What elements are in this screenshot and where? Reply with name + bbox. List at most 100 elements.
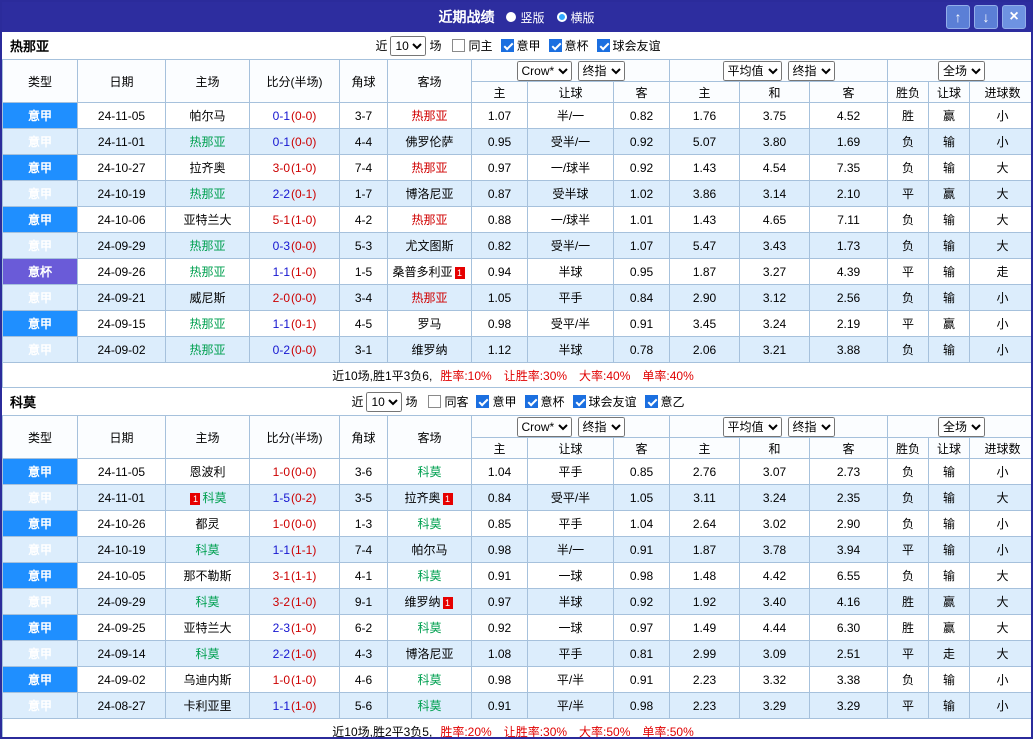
odds-home: 1.08 — [471, 640, 528, 667]
avg-home-odds: 1.49 — [669, 614, 741, 641]
odds-home: 0.87 — [471, 180, 528, 207]
column-header: 类型 — [2, 59, 78, 103]
average-period-select[interactable]: 终指 — [787, 416, 835, 437]
corner-kicks: 1-7 — [339, 180, 388, 207]
avg-home-odds: 1.87 — [669, 536, 741, 563]
scroll-down-button[interactable]: ↓ — [974, 5, 998, 29]
filter-checkbox-option[interactable]: 意杯 — [548, 37, 589, 54]
odds-period-select[interactable]: 终指 — [577, 60, 625, 81]
odds-handicap: 受半球 — [527, 180, 614, 207]
filter-checkbox-option[interactable]: 意杯 — [524, 393, 565, 410]
view-option-vertical[interactable]: 竖版 — [506, 9, 545, 26]
home-team-name: 热那亚 — [189, 135, 226, 149]
score-cell: 2-3(1-0) — [249, 614, 340, 641]
column-header: 主场 — [165, 59, 250, 103]
halftime-score: (0-1) — [291, 316, 317, 331]
halftime-score: (0-0) — [291, 464, 317, 479]
recent-count-select[interactable]: 10 — [390, 35, 427, 56]
avg-draw-odds: 3.12 — [739, 284, 811, 311]
average-period-select[interactable]: 终指 — [787, 60, 835, 81]
odds-handicap: 半/一 — [527, 536, 614, 563]
match-row: 意甲 24-09-02 热那亚 0-2(0-0) 3-1 维罗纳 1.12 半球 0.78 2.0… — [2, 336, 1031, 363]
away-team-name: 维罗纳 — [404, 595, 441, 609]
corner-kicks: 4-2 — [339, 206, 388, 233]
odds-handicap: 一/球半 — [527, 154, 614, 181]
match-date: 24-10-19 — [77, 536, 166, 563]
sub-column-header: 和 — [739, 81, 811, 103]
avg-away-odds: 4.39 — [809, 258, 889, 285]
odds-away: 1.01 — [612, 206, 671, 233]
home-team-cell: 都灵 — [165, 510, 250, 537]
scope-select[interactable]: 全场 — [938, 60, 986, 81]
score-cell: 1-5(0-2) — [249, 484, 340, 511]
odds-away: 1.05 — [612, 484, 671, 511]
odds-source-select[interactable]: Crow* — [516, 60, 572, 81]
recent-count-select[interactable]: 10 — [366, 391, 403, 412]
filter-checkbox-option[interactable]: 同客 — [428, 393, 468, 410]
odds-home: 1.05 — [471, 284, 528, 311]
competition-type: 意甲 — [2, 180, 78, 207]
titlebar: 近期战绩 竖版 横版 ↑ ↓ × — [2, 2, 1031, 32]
odds-away: 0.92 — [612, 128, 671, 155]
team-name: 科莫 — [10, 395, 37, 410]
away-team-name: 科莫 — [417, 569, 442, 583]
odds-away: 0.92 — [612, 154, 671, 181]
match-row: 意甲 24-11-05 帕尔马 0-1(0-0) 3-7 热那亚 1.07 半/一 0.82 1.… — [2, 102, 1031, 129]
filter-checkbox-option[interactable]: 意甲 — [476, 393, 517, 410]
odds-handicap: 一球 — [527, 614, 614, 641]
filter-checkbox-option[interactable]: 意乙 — [644, 393, 685, 410]
filter-label-recent: 近 — [351, 395, 364, 409]
filter-checkbox-option[interactable]: 球会友谊 — [596, 37, 661, 54]
average-source-select[interactable]: 平均值 — [722, 416, 782, 437]
odds-home: 0.94 — [471, 258, 528, 285]
scroll-up-button[interactable]: ↑ — [946, 5, 970, 29]
average-source-select[interactable]: 平均值 — [722, 60, 782, 81]
results-table: 类型 日期 主场 比分(半场) 角球 客场 Crow* 终指 平均值 终指 全场主让球客主和客胜负让… — [2, 415, 1031, 737]
radio-label-horizontal: 横版 — [570, 10, 595, 25]
competition-type: 意甲 — [2, 284, 78, 311]
sub-column-header: 和 — [739, 437, 811, 459]
corner-kicks: 6-2 — [339, 614, 388, 641]
summary-row: 近10场,胜1平3负6, 胜率:10% 让胜率:30% 大率:40% 单率:40% — [2, 362, 1031, 388]
result-outcome: 胜 — [887, 102, 930, 129]
team-section: 科莫近 10 场同客 意甲 意杯 球会友谊 意乙 类型 日期 主场 比分(半场) 角球 客场 Crow* 终… — [2, 388, 1031, 737]
match-date: 24-09-29 — [77, 232, 166, 259]
column-header: 客场 — [387, 415, 472, 459]
close-button[interactable]: × — [1002, 5, 1026, 29]
odds-handicap: 半/一 — [527, 102, 614, 129]
filter-checkbox-option[interactable]: 球会友谊 — [572, 393, 637, 410]
result-handicap: 输 — [928, 206, 971, 233]
odds-away: 0.98 — [612, 562, 671, 589]
result-handicap: 赢 — [928, 102, 971, 129]
result-goals: 小 — [969, 336, 1031, 363]
home-team-cell: 热那亚 — [165, 258, 250, 285]
checkbox-icon — [476, 395, 490, 408]
odds-away: 0.91 — [612, 536, 671, 563]
avg-away-odds: 7.35 — [809, 154, 889, 181]
view-option-horizontal[interactable]: 横版 — [556, 9, 595, 26]
result-outcome: 平 — [887, 640, 930, 667]
sections-container: 热那亚近 10 场同主 意甲 意杯 球会友谊 类型 日期 主场 比分(半场) 角球 客场 Crow* 终指… — [2, 32, 1031, 737]
competition-type: 意杯 — [2, 258, 78, 285]
odds-home: 0.88 — [471, 206, 528, 233]
checkbox-icon — [572, 395, 586, 408]
home-team-name: 卡利亚里 — [183, 699, 232, 713]
odds-period-select[interactable]: 终指 — [577, 416, 625, 437]
filter-checkbox-option[interactable]: 意甲 — [500, 37, 541, 54]
fulltime-score: 2-2 — [272, 646, 290, 661]
match-date: 24-09-02 — [77, 336, 166, 363]
odds-away: 0.84 — [612, 284, 671, 311]
filter-checkbox-option[interactable]: 同主 — [452, 37, 493, 54]
odds-away: 1.04 — [612, 510, 671, 537]
avg-away-odds: 1.69 — [809, 128, 889, 155]
result-goals: 大 — [969, 154, 1031, 181]
halftime-score: (0-2) — [291, 490, 317, 505]
result-outcome: 平 — [887, 258, 930, 285]
odds-handicap: 平手 — [527, 458, 614, 485]
odds-source-select[interactable]: Crow* — [516, 416, 572, 437]
scope-select[interactable]: 全场 — [938, 416, 986, 437]
result-group-header: 全场 — [887, 415, 1031, 438]
filter-label-games: 场 — [429, 39, 442, 53]
avg-draw-odds: 3.14 — [739, 180, 811, 207]
checkbox-icon — [644, 395, 658, 408]
